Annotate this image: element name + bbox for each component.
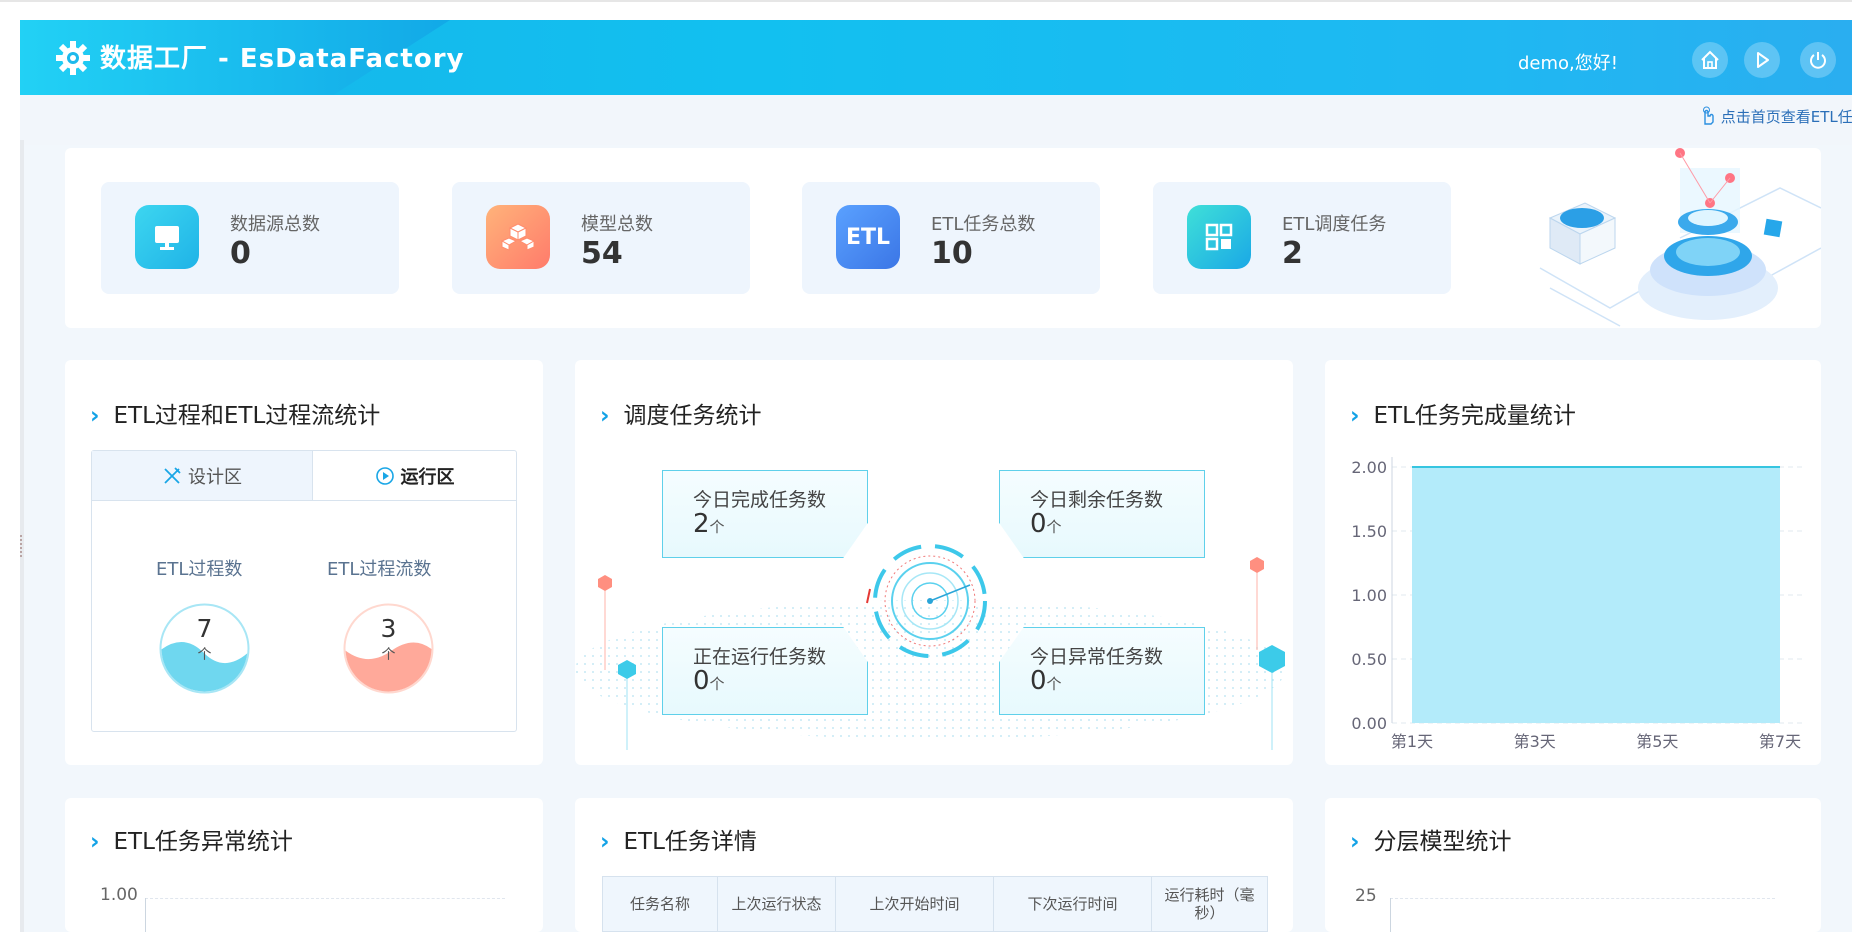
- y-axis: [1390, 898, 1391, 932]
- column-header[interactable]: 下次运行时间: [994, 877, 1152, 931]
- x-tick-label: 第1天: [1391, 732, 1433, 751]
- design-tools-icon: [164, 466, 181, 484]
- grid-line: [145, 898, 505, 899]
- column-header[interactable]: 上次开始时间: [836, 877, 994, 931]
- gear-logo-icon: [56, 41, 90, 75]
- x-tick-label: 第7天: [1759, 732, 1801, 751]
- stat-value: 10: [931, 236, 973, 271]
- cubes-icon: [486, 205, 550, 269]
- logout-button[interactable]: [1800, 42, 1836, 78]
- chevron-right-icon: ›: [90, 403, 100, 429]
- stat-label: ETL任务总数: [931, 214, 1036, 235]
- stat-value: 2: [1282, 236, 1303, 271]
- etl-flow-label: ETL过程流数: [327, 559, 432, 580]
- etl-process-count: 7: [196, 614, 213, 643]
- panel-title: › ETL过程和ETL过程流统计: [90, 403, 381, 429]
- y-tick-label: 1.00: [100, 885, 138, 905]
- home-hint-text: 点击首页查看ETL任: [1720, 108, 1852, 126]
- x-tick-label: 第5天: [1636, 732, 1678, 751]
- panel-title: › ETL任务完成量统计: [1350, 403, 1576, 429]
- chevron-right-icon: ›: [1350, 403, 1360, 429]
- column-header[interactable]: 运行耗时（毫秒）: [1152, 877, 1267, 931]
- etl-tabs: 设计区 运行区 ETL过程数 ETL过程流数 7 个 3 个: [91, 450, 517, 732]
- home-hint[interactable]: 点击首页查看ETL任: [1700, 106, 1852, 127]
- tab-run[interactable]: 运行区: [313, 451, 516, 501]
- home-icon: [1701, 50, 1719, 69]
- etl-flow-count: 3: [380, 614, 397, 643]
- tab-design[interactable]: 设计区: [92, 451, 313, 501]
- today-completed-box: 今日完成任务数 2个: [662, 470, 868, 558]
- unit-label: 个: [381, 647, 396, 663]
- top-border: [0, 0, 1852, 2]
- running-box: 正在运行任务数 0个: [662, 627, 868, 715]
- y-tick-label: 25: [1355, 886, 1377, 906]
- today-error-box: 今日异常任务数 0个: [999, 627, 1205, 715]
- completion-chart: 2.00 1.50 1.00 0.50 0.00第1天 第3天 第5天 第7天: [1351, 457, 1805, 751]
- play-icon: [1757, 52, 1769, 68]
- resize-handle[interactable]: [20, 535, 23, 557]
- etl-process-label: ETL过程数: [156, 559, 243, 580]
- column-header[interactable]: 任务名称: [603, 877, 718, 931]
- x-tick-label: 第3天: [1514, 732, 1556, 751]
- y-axis: [145, 898, 146, 932]
- stat-schedule[interactable]: ETL调度任务 2: [1153, 182, 1451, 294]
- chevron-right-icon: ›: [600, 829, 610, 855]
- grid-line: [1390, 898, 1775, 899]
- stat-value: 54: [581, 236, 623, 271]
- stat-etl-task[interactable]: ETL ETL任务总数 10: [802, 182, 1100, 294]
- data-platform-illustration: [1539, 148, 1821, 327]
- y-tick-label: 1.00: [1351, 586, 1387, 605]
- error-stats-panel: [65, 798, 543, 932]
- stat-value: 0: [230, 236, 251, 271]
- unit-label: 个: [197, 647, 212, 663]
- stat-label: 数据源总数: [230, 214, 320, 235]
- today-remaining-box: 今日剩余任务数 0个: [999, 470, 1205, 558]
- etl-icon-text: ETL: [845, 224, 891, 250]
- stat-datasource[interactable]: 数据源总数 0: [101, 182, 399, 294]
- area-series: [1412, 467, 1780, 723]
- task-table-header: 任务名称 上次运行状态 上次开始时间 下次运行时间 运行耗时（毫秒）: [602, 876, 1268, 932]
- y-tick-label: 0.00: [1351, 714, 1387, 733]
- run-button[interactable]: [1744, 42, 1780, 78]
- chevron-right-icon: ›: [600, 403, 610, 429]
- home-button[interactable]: [1692, 42, 1728, 78]
- column-header[interactable]: 上次运行状态: [718, 877, 836, 931]
- grid-icon: [1187, 205, 1251, 269]
- play-circle-icon: [375, 466, 394, 485]
- chevron-right-icon: ›: [90, 829, 100, 855]
- panel-title: › 分层模型统计: [1350, 829, 1512, 855]
- layer-model-panel: [1325, 798, 1821, 932]
- panel-title: › ETL任务详情: [600, 829, 757, 855]
- y-tick-label: 0.50: [1351, 650, 1387, 669]
- pointer-hand-icon: [1703, 106, 1714, 125]
- user-greeting[interactable]: demo,您好!: [1518, 49, 1618, 75]
- monitor-icon: [135, 205, 199, 269]
- power-icon: [1810, 52, 1826, 69]
- stat-label: ETL调度任务: [1282, 214, 1387, 235]
- y-tick-label: 1.50: [1351, 522, 1387, 541]
- stat-label: 模型总数: [581, 214, 653, 235]
- panel-title: › 调度任务统计: [600, 403, 762, 429]
- chevron-right-icon: ›: [1350, 829, 1360, 855]
- sub-bar: [20, 95, 1852, 145]
- y-tick-label: 2.00: [1351, 458, 1387, 477]
- stat-model[interactable]: 模型总数 54: [452, 182, 750, 294]
- panel-title: › ETL任务异常统计: [90, 829, 293, 855]
- etl-icon: ETL: [836, 205, 900, 269]
- app-title: 数据工厂 - EsDataFactory: [100, 44, 465, 74]
